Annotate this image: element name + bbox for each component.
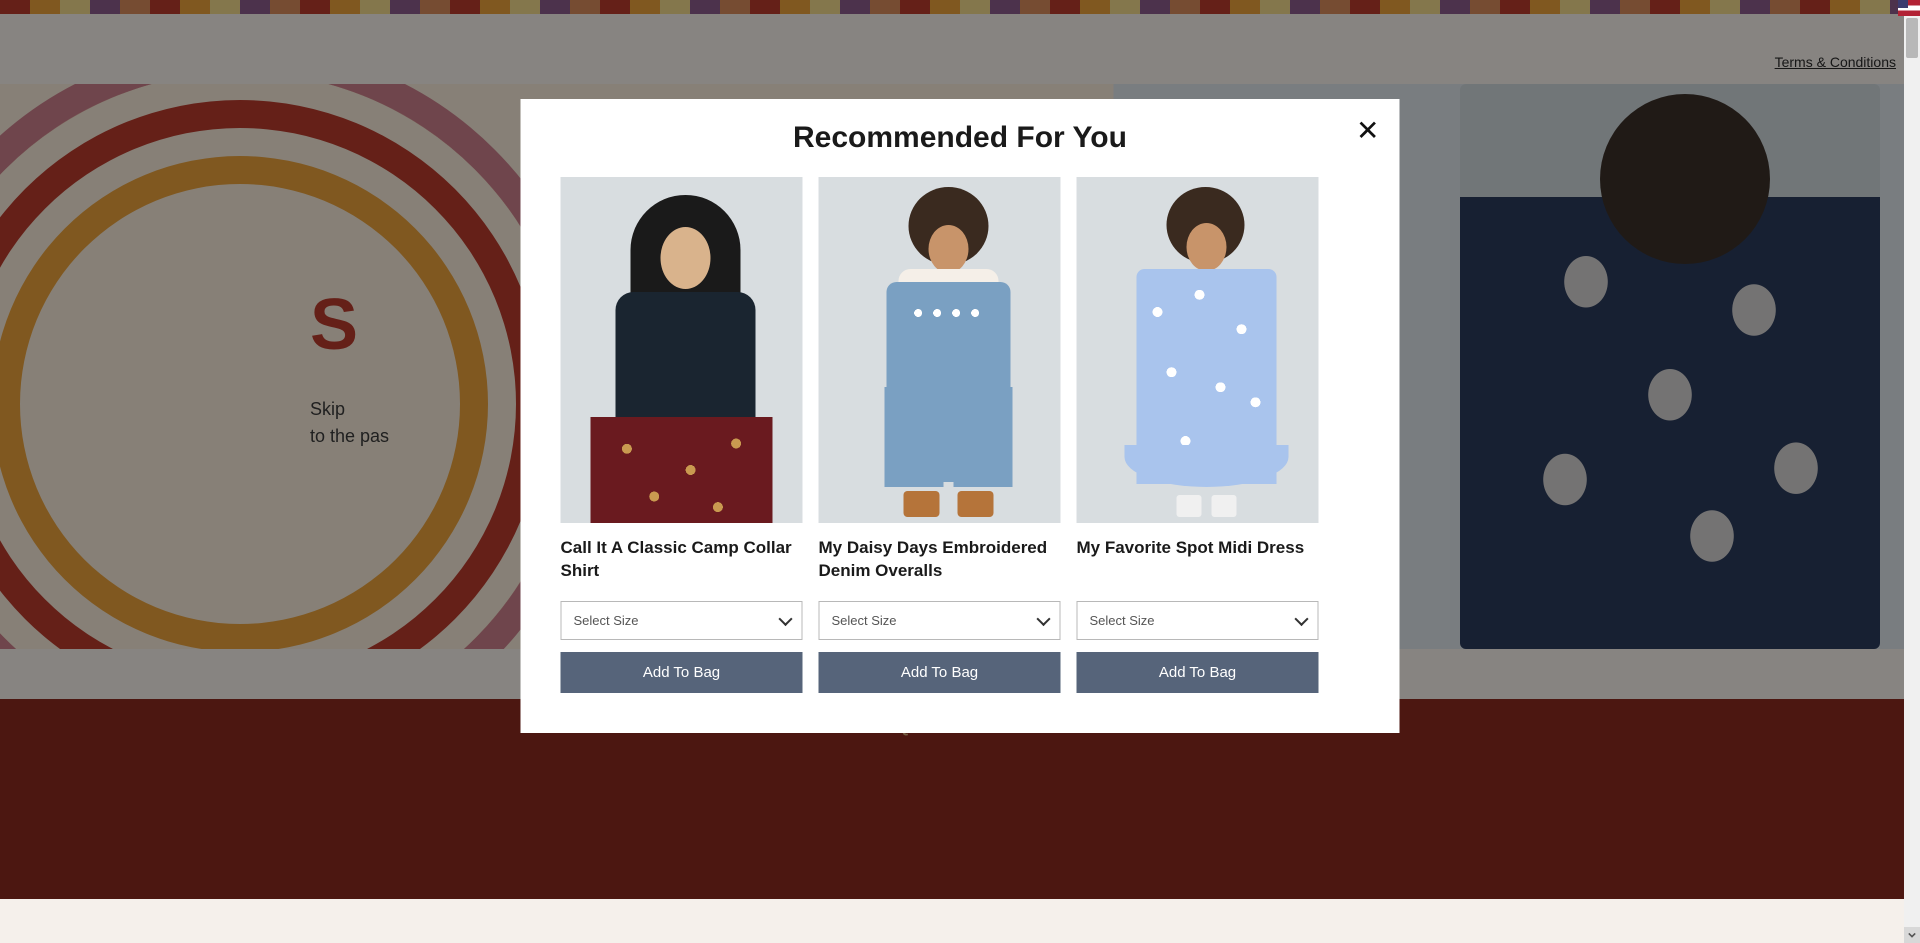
add-to-bag-button[interactable]: Add To Bag [819, 652, 1061, 693]
modal-title: Recommended For You [561, 121, 1360, 155]
close-button[interactable]: ✕ [1356, 117, 1379, 145]
add-to-bag-button[interactable]: Add To Bag [561, 652, 803, 693]
product-image[interactable] [819, 177, 1061, 523]
product-card: My Favorite Spot Midi Dress Select Size … [1077, 177, 1319, 693]
scroll-down-button[interactable] [1904, 927, 1920, 943]
product-name[interactable]: My Favorite Spot Midi Dress [1077, 537, 1319, 583]
size-select-wrap: Select Size [561, 601, 803, 640]
product-image[interactable] [561, 177, 803, 523]
size-select[interactable]: Select Size [819, 601, 1061, 640]
product-card: Call It A Classic Camp Collar Shirt Sele… [561, 177, 803, 693]
size-select-wrap: Select Size [1077, 601, 1319, 640]
scrollbar-thumb[interactable] [1906, 18, 1918, 58]
product-card: My Daisy Days Embroidered Denim Overalls… [819, 177, 1061, 693]
size-select[interactable]: Select Size [561, 601, 803, 640]
add-to-bag-button[interactable]: Add To Bag [1077, 652, 1319, 693]
flag-icon[interactable] [1898, 0, 1920, 16]
product-name[interactable]: My Daisy Days Embroidered Denim Overalls [819, 537, 1061, 583]
product-name[interactable]: Call It A Classic Camp Collar Shirt [561, 537, 803, 583]
scrollbar-track[interactable] [1904, 0, 1920, 943]
size-select[interactable]: Select Size [1077, 601, 1319, 640]
recommendations-modal: ✕ Recommended For You Call It A Classic … [521, 99, 1400, 733]
product-image[interactable] [1077, 177, 1319, 523]
product-grid: Call It A Classic Camp Collar Shirt Sele… [561, 177, 1360, 693]
size-select-wrap: Select Size [819, 601, 1061, 640]
